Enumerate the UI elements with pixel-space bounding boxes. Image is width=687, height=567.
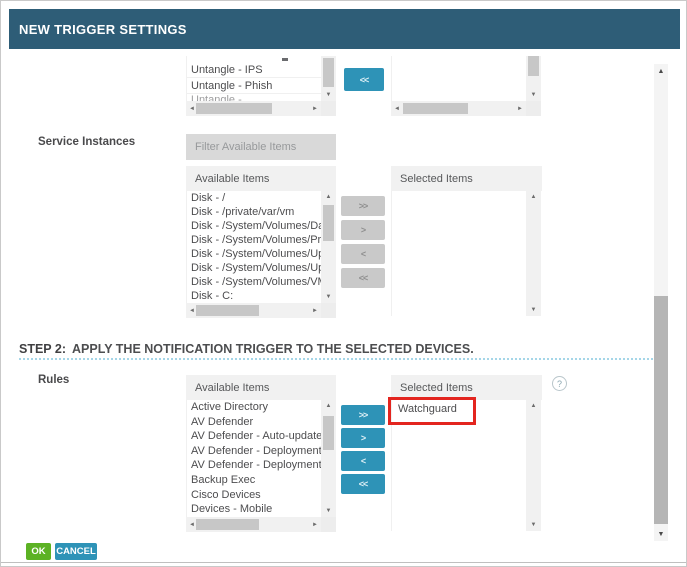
cancel-button[interactable]: CANCEL xyxy=(55,543,97,560)
service-instances-label: Service Instances xyxy=(38,136,136,148)
scroll-up-icon[interactable]: ▲ xyxy=(526,191,541,203)
filter-available-items-input[interactable]: Filter Available Items xyxy=(186,134,336,160)
top-selected-vscrollbar[interactable]: ▼ xyxy=(526,56,541,101)
si-available-vscrollbar[interactable]: ▲ ▼ xyxy=(321,191,336,303)
scrollbar-corner xyxy=(321,517,336,532)
list-item[interactable]: Untangle - IPS xyxy=(187,62,321,78)
rules-label: Rules xyxy=(38,374,70,386)
top-available-hscrollbar[interactable]: ◄ ► xyxy=(186,101,321,116)
si-move-all-right-button[interactable]: >> xyxy=(341,196,385,216)
list-item[interactable]: Disk - /System/Volumes/Preboot xyxy=(187,233,321,247)
scrollbar-thumb[interactable] xyxy=(323,205,334,241)
scrollbar-thumb[interactable] xyxy=(196,519,259,530)
list-item[interactable]: Disk - /System/Volumes/VM xyxy=(187,275,321,289)
step2-divider xyxy=(19,358,653,360)
scroll-right-icon[interactable]: ► xyxy=(309,303,321,318)
rules-available-rows: Active Directory AV Defender AV Defender -… xyxy=(187,400,321,517)
main-vertical-scrollbar[interactable]: ▲ ▼ xyxy=(654,64,668,541)
step2-prefix: STEP 2: xyxy=(19,342,67,356)
scroll-down-icon[interactable]: ▼ xyxy=(526,304,541,316)
scroll-up-icon[interactable]: ▲ xyxy=(321,400,336,412)
rules-available-vscrollbar[interactable]: ▲ ▼ xyxy=(321,400,336,517)
scrollbar-thumb[interactable] xyxy=(323,58,334,87)
scroll-down-icon[interactable]: ▼ xyxy=(654,527,668,541)
scrollbar-thumb[interactable] xyxy=(654,296,668,524)
scrollbar-corner xyxy=(321,101,336,116)
top-selected-hscrollbar[interactable]: ◄ ► xyxy=(391,101,526,116)
si-selected-items-header: Selected Items xyxy=(391,166,542,191)
si-selected-list[interactable] xyxy=(391,191,526,316)
filter-placeholder: Filter Available Items xyxy=(195,141,297,153)
scroll-up-icon[interactable]: ▲ xyxy=(526,400,541,412)
top-available-vscrollbar[interactable]: ▼ xyxy=(321,56,336,101)
rules-move-all-right-button[interactable]: >> xyxy=(341,405,385,425)
list-item[interactable]: AV Defender - Deployment to Wo xyxy=(187,458,321,473)
top-available-rows: Untangle - IPS Untangle - Phish xyxy=(187,62,321,94)
si-move-right-button[interactable]: > xyxy=(341,220,385,240)
si-move-left-button[interactable]: < xyxy=(341,244,385,264)
dialog-title-bar: NEW TRIGGER SETTINGS xyxy=(9,9,680,49)
si-move-all-left-button[interactable]: << xyxy=(341,268,385,288)
list-item[interactable]: AV Defender xyxy=(187,415,321,430)
new-trigger-settings-dialog: NEW TRIGGER SETTINGS Untangle - IPS Untan… xyxy=(0,0,687,567)
top-available-list[interactable]: Untangle - IPS Untangle - Phish Untangle … xyxy=(186,56,321,101)
help-icon[interactable]: ? xyxy=(552,376,567,391)
list-item[interactable]: AV Defender - Auto-update confi xyxy=(187,429,321,444)
list-item[interactable]: AV Defender - Deployment to Se xyxy=(187,444,321,459)
top-selected-list[interactable] xyxy=(391,56,526,101)
partial-list-item-top xyxy=(187,56,321,62)
rules-move-right-button[interactable]: > xyxy=(341,428,385,448)
si-available-items-header: Available Items xyxy=(186,166,336,191)
list-item[interactable]: Disk - / xyxy=(187,191,321,205)
scrollbar-thumb[interactable] xyxy=(528,56,539,76)
scroll-left-icon[interactable]: ◄ xyxy=(391,101,403,116)
scroll-down-icon[interactable]: ▼ xyxy=(321,291,336,303)
scrollbar-thumb[interactable] xyxy=(196,103,272,114)
step2-text: APPLY THE NOTIFICATION TRIGGER TO THE SE… xyxy=(72,342,474,356)
list-item[interactable]: Devices - Mobile xyxy=(187,502,321,517)
footer-divider xyxy=(1,562,686,563)
list-item[interactable]: Active Directory xyxy=(187,400,321,415)
scrollbar-corner xyxy=(526,101,541,116)
rules-available-items-header: Available Items xyxy=(186,375,336,400)
dialog-title: NEW TRIGGER SETTINGS xyxy=(19,21,187,37)
scroll-down-icon[interactable]: ▼ xyxy=(526,89,541,101)
rules-available-list[interactable]: Active Directory AV Defender AV Defender -… xyxy=(186,400,321,517)
rules-selected-vscrollbar[interactable]: ▲ ▼ xyxy=(526,400,541,531)
scrollbar-corner xyxy=(321,303,336,318)
list-item[interactable]: Disk - /private/var/vm xyxy=(187,205,321,219)
si-selected-vscrollbar[interactable]: ▲ ▼ xyxy=(526,191,541,316)
list-item[interactable]: Untangle - Phish xyxy=(187,78,321,94)
partial-list-item-bottom: Untangle - xyxy=(191,94,242,101)
rules-move-all-left-button[interactable]: << xyxy=(341,474,385,494)
annotation-highlight-box xyxy=(388,397,476,425)
top-move-all-left-button[interactable]: << xyxy=(344,68,384,91)
list-item[interactable]: Disk - /System/Volumes/Data xyxy=(187,219,321,233)
list-item[interactable]: Cisco Devices xyxy=(187,488,321,503)
list-item[interactable]: Disk - /System/Volumes/Update/ xyxy=(187,261,321,275)
scrollbar-thumb[interactable] xyxy=(196,305,259,316)
scroll-down-icon[interactable]: ▼ xyxy=(526,519,541,531)
scroll-right-icon[interactable]: ► xyxy=(309,101,321,116)
scrollbar-thumb[interactable] xyxy=(323,416,334,450)
scroll-down-icon[interactable]: ▼ xyxy=(321,505,336,517)
list-item[interactable]: Disk - /System/Volumes/Update xyxy=(187,247,321,261)
rules-available-hscrollbar[interactable]: ◄ ► xyxy=(186,517,321,532)
scrollbar-thumb[interactable] xyxy=(403,103,468,114)
scroll-right-icon[interactable]: ► xyxy=(514,101,526,116)
scroll-right-icon[interactable]: ► xyxy=(309,517,321,532)
si-available-rows: Disk - / Disk - /private/var/vm Disk - /Sy… xyxy=(187,191,321,303)
scroll-down-icon[interactable]: ▼ xyxy=(321,89,336,101)
step2-heading: STEP 2: APPLY THE NOTIFICATION TRIGGER TO… xyxy=(19,342,474,356)
rules-move-left-button[interactable]: < xyxy=(341,451,385,471)
scroll-up-icon[interactable]: ▲ xyxy=(321,191,336,203)
ok-button[interactable]: OK xyxy=(26,543,51,560)
si-available-list[interactable]: Disk - / Disk - /private/var/vm Disk - /Sy… xyxy=(186,191,321,303)
si-available-hscrollbar[interactable]: ◄ ► xyxy=(186,303,321,318)
scroll-up-icon[interactable]: ▲ xyxy=(654,64,668,78)
list-item[interactable]: Backup Exec xyxy=(187,473,321,488)
list-item[interactable]: Disk - C: xyxy=(187,289,321,303)
